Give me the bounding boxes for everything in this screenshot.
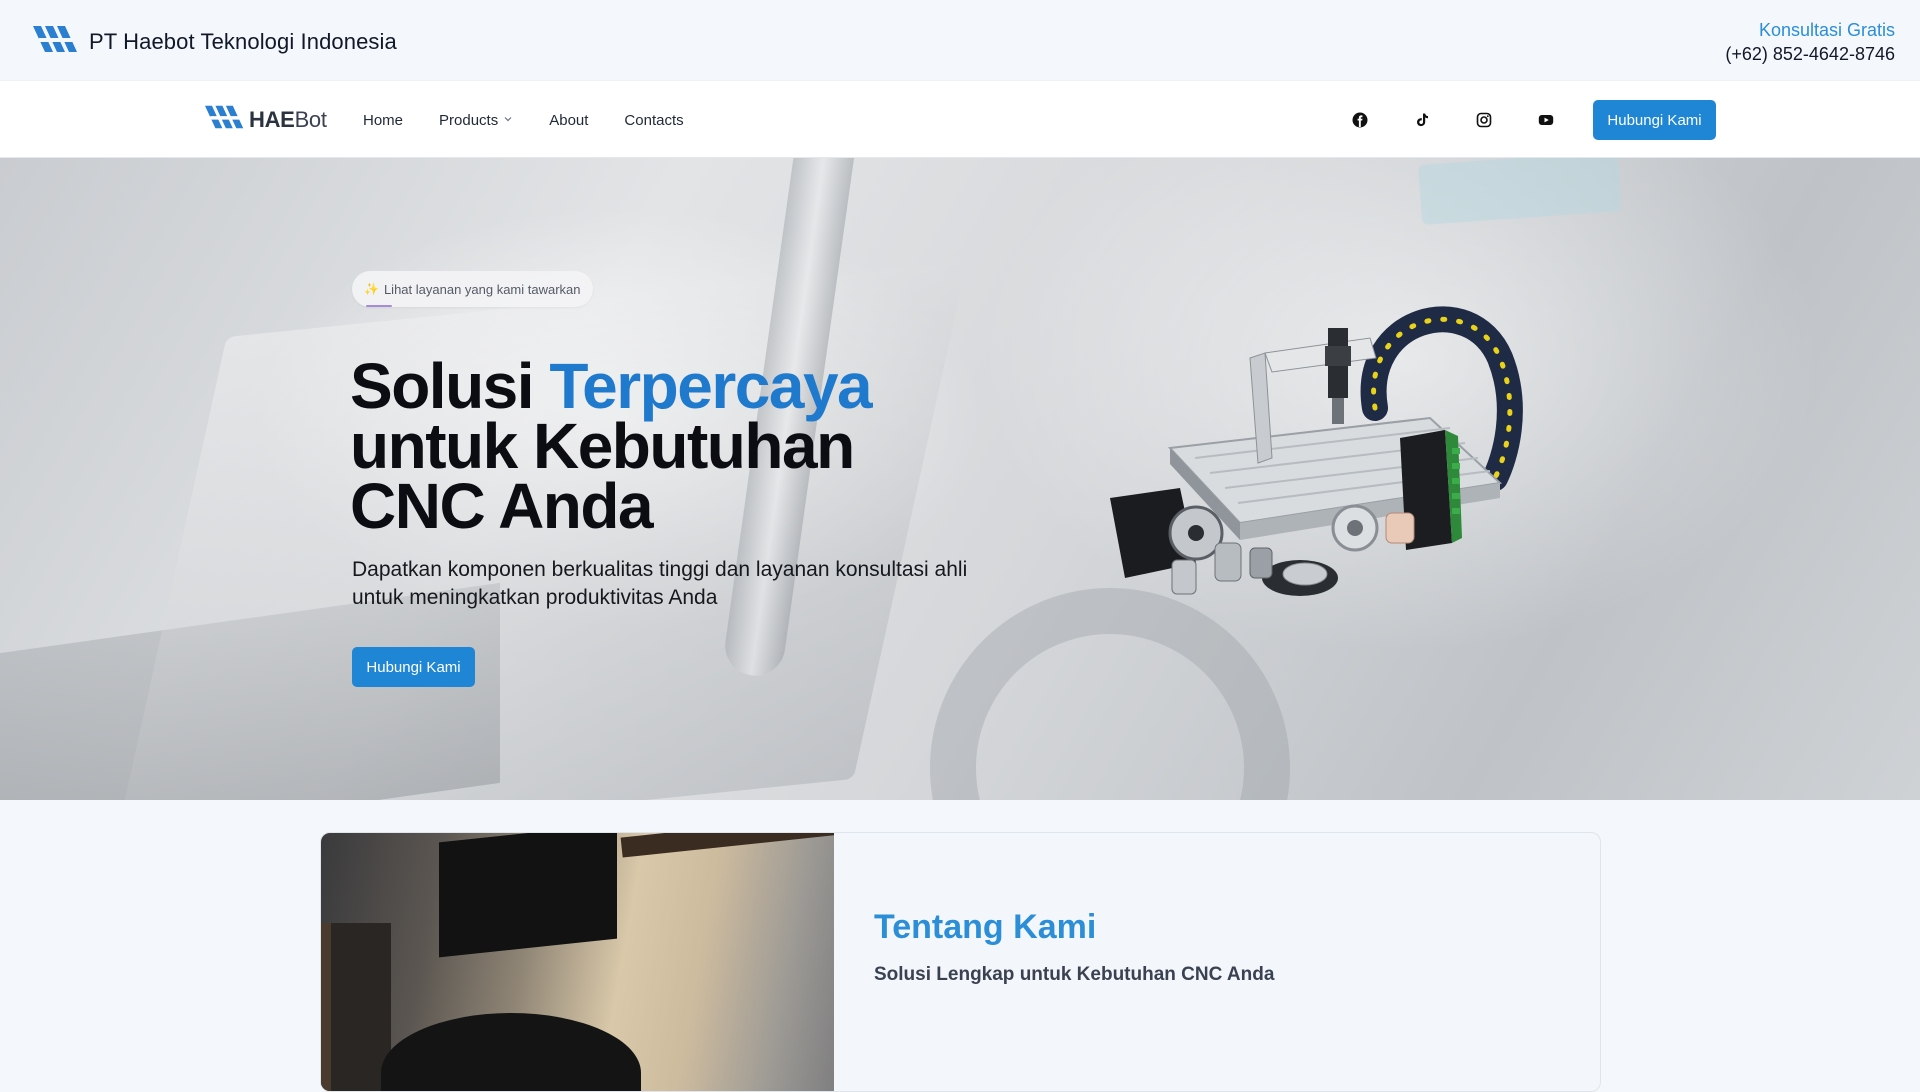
haebot-logo-icon (33, 24, 79, 59)
hero-background-shape (0, 582, 500, 800)
instagram-icon[interactable] (1476, 112, 1492, 128)
services-pill-link[interactable]: ✨ Lihat layanan yang kami tawarkan (352, 271, 593, 307)
nav-item-contacts[interactable]: Contacts (624, 112, 683, 129)
services-pill-label: Lihat layanan yang kami tawarkan (383, 281, 581, 297)
about-heading: Tentang Kami (874, 908, 1097, 946)
photo-television (439, 833, 617, 958)
chevron-down-icon (503, 114, 513, 127)
nav-item-about[interactable]: About (549, 112, 588, 129)
nav-item-home[interactable]: Home (363, 112, 403, 129)
logo-wordmark-light: Bot (294, 106, 327, 132)
about-subheading: Solusi Lengkap untuk Kebutuhan CNC Anda (874, 964, 1275, 985)
top-bar: PT Haebot Teknologi Indonesia Konsultasi… (0, 0, 1920, 80)
about-photo (321, 833, 834, 1091)
contact-us-button[interactable]: Hubungi Kami (1593, 100, 1716, 140)
cnc-products-image (1110, 306, 1523, 596)
hero-background-shape (930, 588, 1290, 800)
logo-wordmark: HAEBot (249, 107, 327, 133)
main-navbar: HAEBot Home Products About Contacts Hubu… (0, 80, 1920, 158)
hero-subtitle: Dapatkan komponen berkualitas tinggi dan… (352, 558, 968, 609)
nav-item-products-label: Products (439, 111, 499, 129)
hero-contact-button[interactable]: Hubungi Kami (352, 647, 475, 687)
hero-title: Solusi Terpercaya untuk Kebutuhan CNC And… (350, 354, 970, 538)
free-consultation-link[interactable]: Konsultasi Gratis (1725, 18, 1895, 42)
haebot-logo-icon (205, 103, 245, 136)
hero-section: ✨ Lihat layanan yang kami tawarkan Solus… (0, 158, 1920, 800)
sparkle-icon: ✨ (364, 282, 379, 296)
about-section: Tentang Kami Solusi Lengkap untuk Kebutu… (320, 832, 1601, 1092)
photo-ceiling-beam (620, 833, 834, 858)
nav-menu: Home Products About Contacts (363, 81, 684, 159)
facebook-icon[interactable] (1352, 112, 1368, 128)
contact-block: Konsultasi Gratis (+62) 852-4642-8746 (1725, 18, 1895, 66)
company-brand[interactable]: PT Haebot Teknologi Indonesia (33, 24, 397, 59)
photo-person-silhouette (381, 1013, 641, 1091)
photo-door (321, 923, 391, 1091)
youtube-icon[interactable] (1538, 112, 1554, 128)
phone-number: (+62) 852-4642-8746 (1725, 44, 1895, 64)
company-name: PT Haebot Teknologi Indonesia (89, 28, 397, 54)
logo-wordmark-bold: HAE (249, 106, 295, 132)
nav-item-products[interactable]: Products (439, 112, 513, 129)
about-text: Tentang Kami Solusi Lengkap untuk Kebutu… (874, 907, 1274, 987)
hero-background-shape (1418, 158, 1622, 225)
haebot-logo[interactable]: HAEBot (205, 103, 327, 136)
hero-title-part2: untuk Kebutuhan CNC Anda (350, 410, 855, 542)
social-links (1352, 81, 1554, 159)
tiktok-icon[interactable] (1414, 112, 1430, 128)
